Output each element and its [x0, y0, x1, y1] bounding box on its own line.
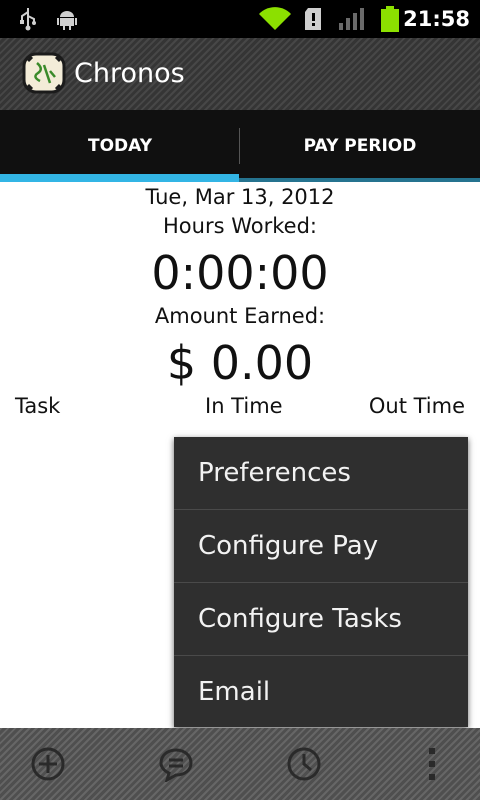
- menu-item-configure-pay[interactable]: Configure Pay: [174, 510, 468, 582]
- status-bar: 21:58: [0, 0, 480, 38]
- tab-today[interactable]: TODAY: [0, 110, 240, 182]
- amount-earned-label: Amount Earned:: [154, 304, 326, 328]
- hours-worked-value: 0:00:00: [151, 246, 329, 300]
- android-debug-icon: [57, 11, 77, 30]
- hours-worked-label: Hours Worked:: [163, 214, 317, 238]
- add-icon[interactable]: [30, 746, 66, 782]
- tab-pay-period[interactable]: PAY PERIOD: [240, 110, 480, 182]
- usb-icon: [20, 8, 36, 31]
- clock-icon[interactable]: [286, 746, 322, 782]
- menu-item-configure-tasks[interactable]: Configure Tasks: [174, 583, 468, 655]
- date-label: Tue, Mar 13, 2012: [145, 185, 335, 209]
- bottom-action-bar: [0, 728, 480, 800]
- action-bar: Chronos: [0, 38, 480, 110]
- wifi-icon: [259, 7, 291, 30]
- column-header-task: Task: [15, 394, 61, 418]
- column-header-out-time: Out Time: [368, 394, 465, 418]
- overflow-menu-icon[interactable]: [420, 746, 444, 782]
- sd-card-icon: [305, 8, 321, 30]
- status-clock: 21:58: [403, 7, 470, 31]
- tab-bar: TODAY PAY PERIOD: [0, 110, 480, 182]
- overflow-menu: Preferences Configure Pay Configure Task…: [174, 437, 468, 727]
- chronos-logo-icon[interactable]: [22, 51, 66, 95]
- note-icon[interactable]: [158, 746, 194, 782]
- column-header-in-time: In Time: [205, 394, 283, 418]
- app-title: Chronos: [74, 58, 185, 89]
- menu-item-preferences[interactable]: Preferences: [174, 437, 468, 509]
- amount-earned-value: $ 0.00: [166, 336, 314, 390]
- menu-item-email[interactable]: Email: [174, 656, 468, 728]
- signal-icon: [339, 8, 364, 30]
- tab-selected-indicator: [0, 174, 239, 182]
- battery-icon: [381, 6, 399, 32]
